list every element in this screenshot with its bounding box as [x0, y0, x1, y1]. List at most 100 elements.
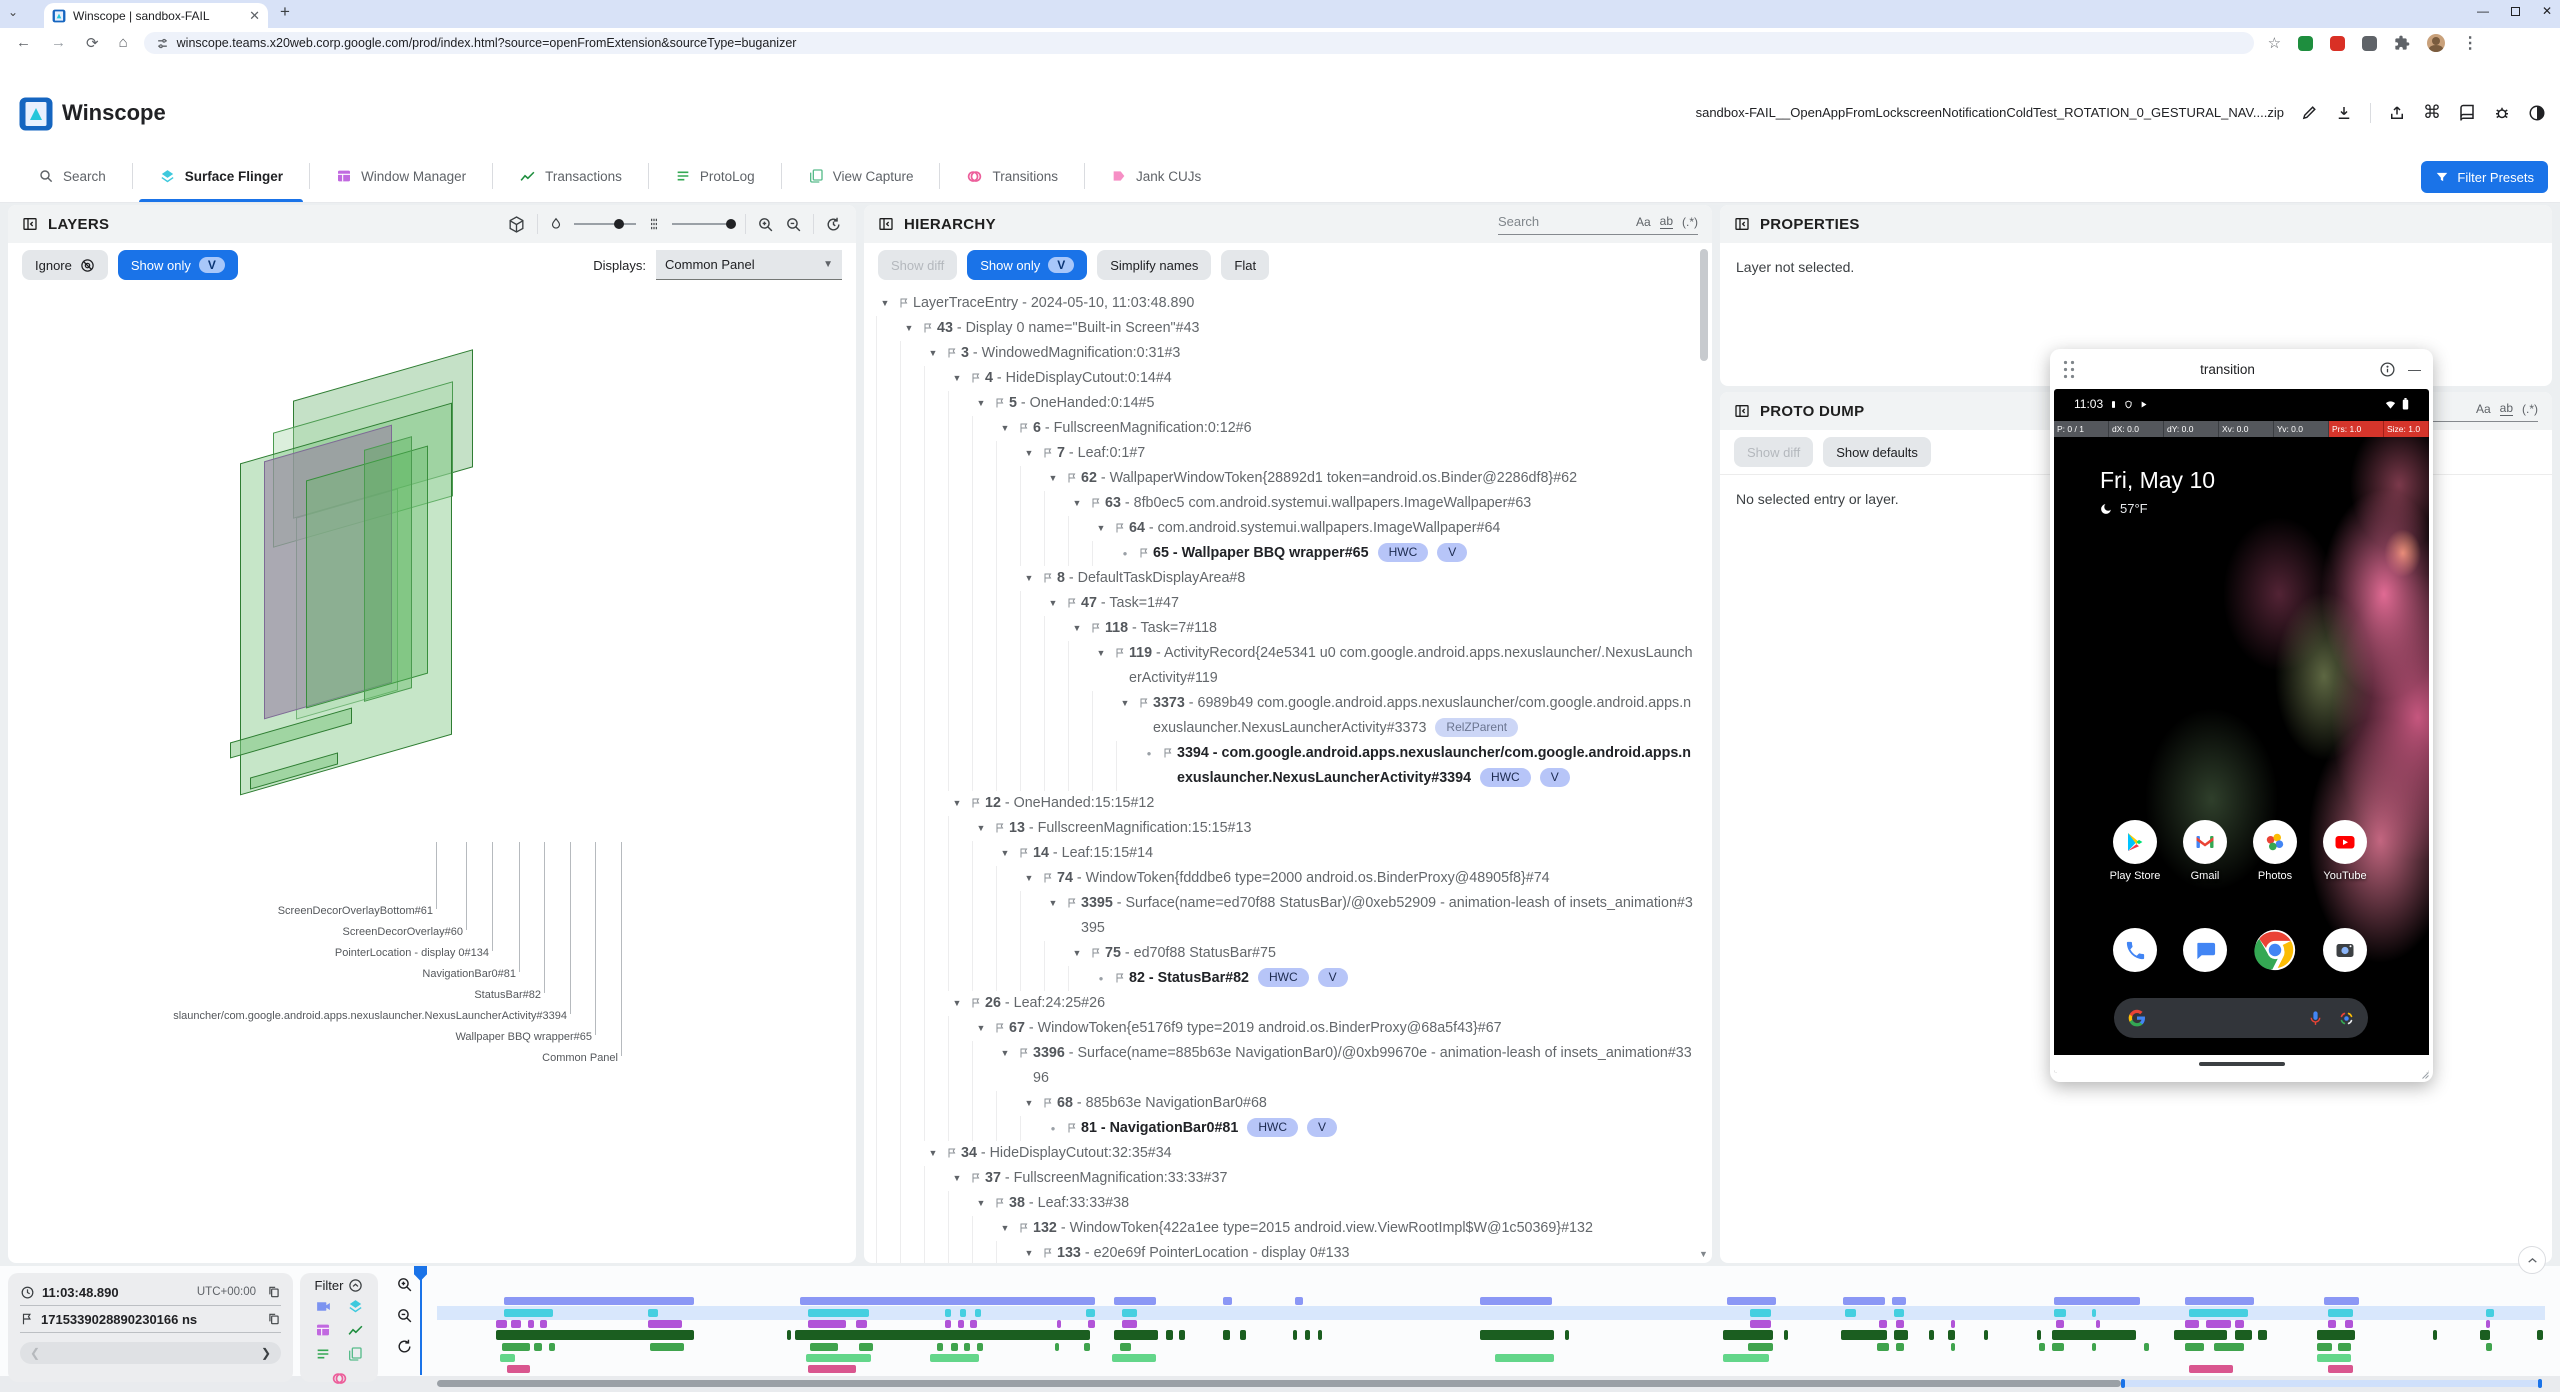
site-settings-icon[interactable] [156, 37, 169, 50]
trace-block[interactable] [808, 1365, 856, 1373]
tree-node[interactable]: ●82 - StatusBar#82HWCV [876, 966, 1698, 991]
minimize-overlay-icon[interactable]: — [2408, 362, 2421, 377]
trace-block[interactable] [1896, 1320, 1904, 1328]
match-case-icon[interactable]: Aa [2476, 402, 2491, 416]
expand-arrow-icon[interactable]: ▼ [972, 391, 990, 416]
filter-protolog-icon[interactable] [312, 1344, 334, 1364]
tree-node[interactable]: ▼75 - ed70f88 StatusBar#75 [876, 941, 1698, 966]
drag-handle-icon[interactable] [2062, 359, 2076, 379]
collapse-filter-icon[interactable] [348, 1278, 363, 1293]
expand-arrow-icon[interactable]: ▼ [996, 1216, 1014, 1241]
track-surface-flinger[interactable] [437, 1309, 2545, 1317]
trace-block[interactable] [648, 1320, 682, 1328]
window-maximize-button[interactable] [2511, 7, 2520, 16]
trace-block[interactable] [1086, 1309, 1094, 1317]
hierarchy-scrollbar[interactable]: ▼ [1698, 245, 1710, 1259]
expand-arrow-icon[interactable]: ▼ [972, 816, 990, 841]
browser-tab[interactable]: Winscope | sandbox-FAIL ✕ [44, 3, 268, 28]
hierarchy-search-field[interactable]: Search Aa ab (.*) [1498, 214, 1698, 235]
trace-block[interactable] [648, 1309, 659, 1317]
trace-block[interactable] [1114, 1330, 1158, 1340]
play-store-app-icon[interactable] [2113, 820, 2157, 864]
expand-arrow-icon[interactable]: ▼ [1020, 566, 1038, 591]
layer-label[interactable]: PointerLocation - display 0#134 [335, 947, 489, 959]
trace-block[interactable] [1841, 1330, 1887, 1340]
trace-block[interactable] [2480, 1330, 2491, 1340]
expand-arrow-icon[interactable]: ▼ [996, 841, 1014, 866]
trace-block[interactable] [2189, 1365, 2233, 1373]
tree-node[interactable]: ●65 - Wallpaper BBQ wrapper#65HWCV [876, 541, 1698, 566]
trace-block[interactable] [2096, 1320, 2100, 1328]
tree-node[interactable]: ▼67 - WindowToken{e5176f9 type=2019 andr… [876, 1016, 1698, 1041]
regex-icon[interactable]: (.*) [1682, 215, 1698, 229]
trace-block[interactable] [1295, 1297, 1303, 1305]
trace-block[interactable] [2537, 1330, 2543, 1340]
match-case-icon[interactable]: Aa [1636, 215, 1651, 229]
trace-block[interactable] [1480, 1330, 1554, 1340]
expand-arrow-icon[interactable]: ▼ [1092, 516, 1110, 541]
timeline-reset-zoom-icon[interactable] [396, 1338, 413, 1355]
trace-block[interactable] [1122, 1320, 1137, 1328]
phone-app-icon[interactable] [2113, 928, 2157, 972]
messages-app-icon[interactable] [2183, 928, 2227, 972]
show-defaults-chip[interactable]: Show defaults [1823, 437, 1931, 467]
trace-block[interactable] [951, 1343, 957, 1351]
tab-search[interactable]: Search [12, 150, 132, 202]
trace-block[interactable] [1877, 1343, 1890, 1351]
tab-transitions[interactable]: Transitions [940, 150, 1084, 202]
youtube-app-icon[interactable] [2323, 820, 2367, 864]
home-handle[interactable] [2199, 1062, 2285, 1066]
tree-node[interactable]: ▼43 - Display 0 name="Built-in Screen"#4… [876, 316, 1698, 341]
track-protolog[interactable] [437, 1343, 2545, 1351]
trace-block[interactable] [2345, 1320, 2353, 1328]
show-only-chip[interactable]: Show only V [967, 250, 1087, 280]
simplify-names-chip[interactable]: Simplify names [1097, 250, 1211, 280]
tree-node[interactable]: ▼26 - Leaf:24:25#26 [876, 991, 1698, 1016]
expand-arrow-icon[interactable]: ▼ [996, 416, 1014, 441]
trace-block[interactable] [1879, 1320, 1887, 1328]
trace-block[interactable] [1179, 1330, 1185, 1340]
tree-node[interactable]: ▼14 - Leaf:15:15#14 [876, 841, 1698, 866]
resize-handle-icon[interactable] [2418, 1068, 2430, 1080]
tree-node[interactable]: ▼3396 - Surface(name=885b63e NavigationB… [876, 1041, 1698, 1091]
profile-avatar[interactable] [2427, 34, 2445, 52]
trace-block[interactable] [937, 1343, 943, 1351]
trace-block[interactable] [1843, 1297, 1885, 1305]
new-tab-button[interactable]: + [280, 2, 290, 22]
prev-entry-button[interactable]: ❮ [30, 1346, 40, 1360]
tree-node[interactable]: ▼6 - FullscreenMagnification:0:12#6 [876, 416, 1698, 441]
trace-block[interactable] [945, 1309, 951, 1317]
expand-arrow-icon[interactable]: ▼ [972, 1016, 990, 1041]
forward-button[interactable]: → [51, 34, 66, 52]
expand-arrow-icon[interactable]: ▼ [1044, 466, 1062, 491]
expand-arrow-icon[interactable]: ▼ [948, 791, 966, 816]
tab-surface-flinger[interactable]: Surface Flinger [133, 150, 309, 202]
trace-block[interactable] [964, 1343, 970, 1351]
trace-block[interactable] [1293, 1330, 1297, 1340]
layer-rect[interactable] [364, 436, 412, 702]
trace-block[interactable] [2039, 1343, 2045, 1351]
collapse-panel-icon[interactable] [1734, 216, 1750, 232]
match-word-icon[interactable]: ab [2500, 401, 2513, 416]
extension-icon-green[interactable] [2298, 36, 2313, 51]
trace-block[interactable] [504, 1309, 552, 1317]
track-transactions[interactable] [437, 1330, 2545, 1340]
trace-block[interactable] [2324, 1297, 2360, 1305]
trace-block[interactable] [1951, 1343, 1955, 1351]
trace-block[interactable] [2189, 1309, 2248, 1317]
trace-block[interactable] [2206, 1320, 2231, 1328]
trace-block[interactable] [1892, 1297, 1907, 1305]
rotation-slider[interactable] [574, 223, 636, 225]
transition-overlay-window[interactable]: transition — 11:03 P: 0 / 1dX: 0.0dY: 0.… [2050, 349, 2433, 1082]
trace-block[interactable] [2185, 1320, 2200, 1328]
layer-label[interactable]: slauncher/com.google.android.apps.nexusl… [173, 1010, 567, 1022]
trace-block[interactable] [958, 1320, 964, 1328]
3d-view-icon[interactable] [507, 215, 526, 234]
expand-arrow-icon[interactable]: ▼ [1116, 691, 1134, 716]
trace-block[interactable] [960, 1309, 966, 1317]
layer-label[interactable]: StatusBar#82 [474, 989, 541, 1001]
trace-block[interactable] [507, 1365, 530, 1373]
filter-view-capture-icon[interactable] [344, 1344, 366, 1364]
expand-arrow-icon[interactable]: ▼ [1044, 591, 1062, 616]
expand-arrow-icon[interactable]: ▼ [948, 991, 966, 1016]
